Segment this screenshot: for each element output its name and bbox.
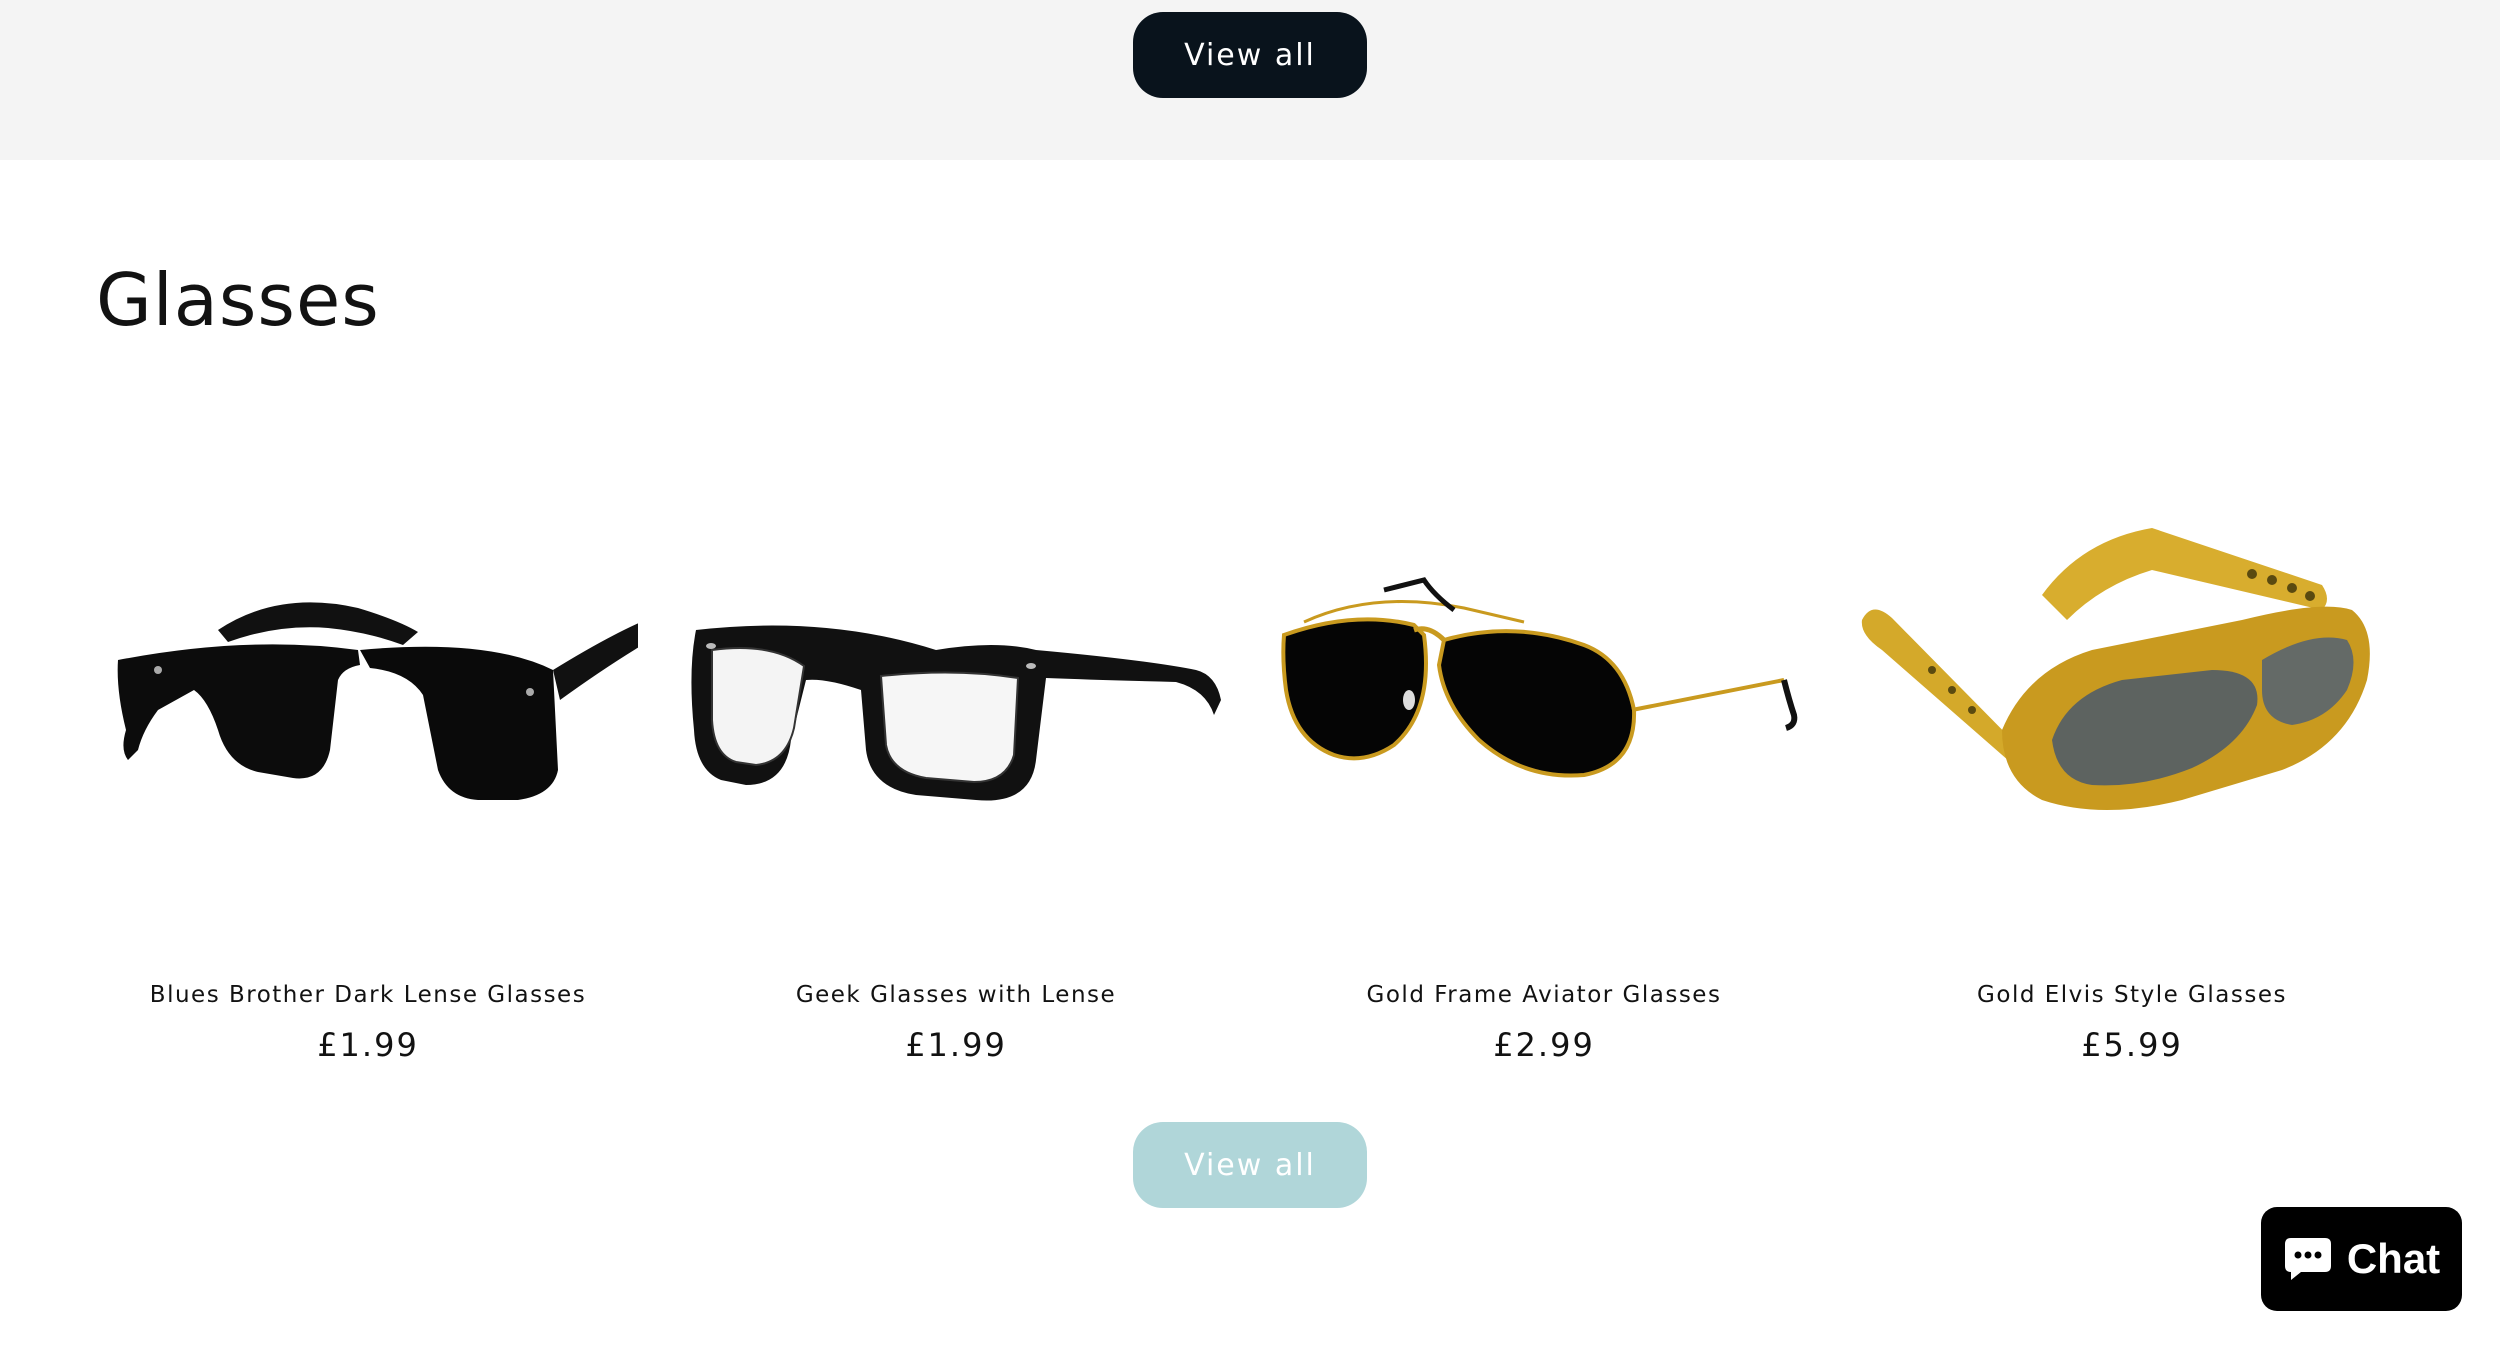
- previous-section-footer: View all: [0, 0, 2500, 160]
- product-price: £5.99: [2081, 1026, 2183, 1064]
- product-image-black-wayfarer[interactable]: [88, 440, 648, 960]
- product-card[interactable]: Geek Glasses with Lense £1.99: [676, 440, 1236, 1080]
- section-title-glasses: Glasses: [96, 258, 380, 342]
- product-image-clear-lens-glasses[interactable]: [676, 440, 1236, 960]
- product-image-gold-elvis[interactable]: [1852, 440, 2412, 960]
- product-title[interactable]: Geek Glasses with Lense: [676, 982, 1236, 1008]
- product-price: £2.99: [1493, 1026, 1595, 1064]
- product-price: £1.99: [905, 1026, 1007, 1064]
- view-all-button-glasses[interactable]: View all: [1133, 1122, 1367, 1208]
- chat-label: Chat: [2346, 1235, 2441, 1282]
- view-all-button-top[interactable]: View all: [1133, 12, 1367, 98]
- chat-bubble-icon: [2283, 1236, 2333, 1282]
- product-title[interactable]: Blues Brother Dark Lense Glasses: [88, 982, 648, 1008]
- product-card[interactable]: Gold Elvis Style Glasses £5.99: [1852, 440, 2412, 1080]
- product-card[interactable]: Gold Frame Aviator Glasses £2.99: [1264, 440, 1824, 1080]
- product-card[interactable]: Blues Brother Dark Lense Glasses £1.99: [88, 440, 648, 1080]
- product-title[interactable]: Gold Frame Aviator Glasses: [1264, 982, 1824, 1008]
- product-price: £1.99: [317, 1026, 419, 1064]
- product-image-gold-aviator[interactable]: [1264, 440, 1824, 960]
- chat-widget-button[interactable]: Chat: [2261, 1207, 2462, 1311]
- product-title[interactable]: Gold Elvis Style Glasses: [1852, 982, 2412, 1008]
